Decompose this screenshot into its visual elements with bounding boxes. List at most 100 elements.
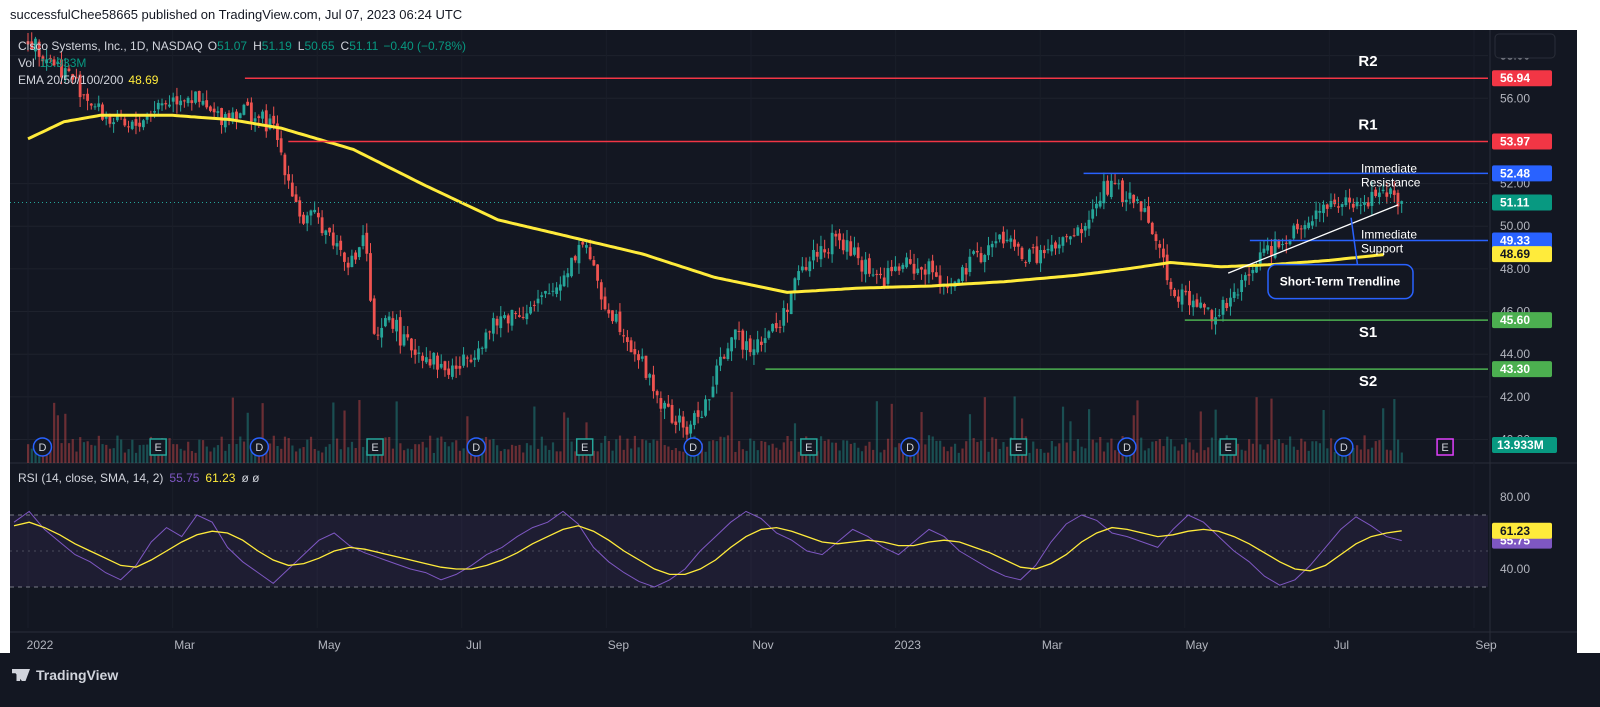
legend-ema-label[interactable]: EMA 20/50/100/200 (18, 73, 124, 87)
candle-body (752, 349, 756, 356)
volume-bar (890, 403, 893, 463)
volume-bar (101, 444, 104, 463)
candle-body (1046, 248, 1050, 251)
price-tag-label: 52.48 (1500, 166, 1530, 180)
volume-bar (302, 447, 305, 463)
volume-bar (216, 445, 220, 463)
immediate-resistance-line2: Resistance (1361, 175, 1421, 189)
volume-bar (957, 452, 960, 463)
volume-bar (935, 440, 938, 463)
volume-bar (1266, 444, 1269, 463)
candle-body (990, 243, 994, 248)
candle (372, 295, 376, 335)
volume-bar (112, 448, 115, 463)
candle-body (428, 359, 432, 366)
volume-bar (741, 449, 744, 463)
volume-bar (1374, 441, 1377, 463)
volume-bar (507, 449, 510, 463)
candle-body (1363, 202, 1366, 205)
volume-bar (183, 450, 186, 463)
candle-body (86, 93, 89, 101)
candle-body (246, 101, 250, 106)
volume-bar (626, 438, 629, 463)
volume-bar (224, 450, 227, 463)
immediate-support-line2: Support (1361, 242, 1404, 256)
legend-symbol[interactable]: Cisco Systems, Inc., 1D, NASDAQ (18, 39, 203, 53)
candle-body (838, 233, 841, 241)
price-chart[interactable]: 40.0042.0044.0046.0048.0050.0052.0056.00… (10, 30, 1577, 653)
volume-bar (1136, 400, 1139, 463)
candle (644, 355, 648, 380)
candle-body (767, 331, 771, 338)
candle-body (480, 347, 484, 349)
candle-body (1236, 294, 1240, 296)
volume-bar (860, 451, 864, 463)
candle-body (1270, 245, 1273, 256)
candle-body (748, 338, 752, 353)
volume-bar (1396, 439, 1400, 463)
candle-body (938, 275, 942, 286)
candle-body (194, 91, 197, 103)
legend-vol-value: 13.933M (40, 56, 87, 70)
candle (194, 91, 197, 105)
volume-bar (1315, 441, 1318, 463)
candle-body (1121, 180, 1124, 203)
candle-body (786, 309, 789, 312)
event-marker-label: E (581, 442, 588, 454)
candle-body (763, 338, 767, 344)
candle-body (395, 319, 398, 332)
tradingview-logo[interactable]: TradingView (12, 667, 118, 683)
volume-bar (853, 442, 856, 463)
volume-bar (704, 451, 707, 463)
candle-body (1024, 262, 1028, 264)
candle-body (644, 355, 648, 378)
volume-bar (499, 451, 502, 463)
volume-bar (1251, 443, 1254, 463)
candle-body (305, 215, 309, 224)
candle-body (655, 391, 659, 396)
candle-body (495, 318, 499, 326)
volume-bar (458, 450, 462, 463)
candle-body (544, 291, 547, 294)
rsi-legend-value: 55.75 (169, 471, 199, 485)
legend-vol-label[interactable]: Vol (18, 56, 35, 70)
volume-bar (384, 437, 387, 463)
candle-body (588, 247, 592, 260)
candle-body (160, 103, 164, 106)
candle-body (730, 337, 734, 352)
event-marker-label: D (689, 442, 697, 454)
volume-bar (570, 441, 573, 463)
volume-bar (682, 451, 685, 463)
volume-bar (27, 444, 30, 463)
volume-bar (1054, 446, 1057, 463)
candle-body (570, 257, 573, 277)
volume-bar (213, 447, 216, 463)
candle-body (562, 275, 566, 287)
candle-body (599, 282, 603, 300)
candle-body (491, 318, 495, 334)
volume-bar (667, 446, 670, 463)
volume-bar (1244, 450, 1247, 463)
candle-body (313, 209, 317, 213)
volume-bar (1255, 397, 1258, 463)
volume-bar (425, 447, 428, 463)
event-marker-label: D (255, 442, 263, 454)
candle-body (1039, 250, 1042, 264)
volume-bar (362, 446, 365, 463)
volume-bar (131, 439, 134, 463)
volume-bar (1262, 449, 1266, 463)
candle-body (1057, 244, 1061, 249)
candle-body (1359, 204, 1363, 206)
rsi-legend-label[interactable]: RSI (14, close, SMA, 14, 2) (18, 471, 163, 485)
candle-body (350, 255, 354, 268)
candle-body (104, 116, 108, 119)
candle-body (197, 90, 201, 102)
candle-body (1113, 182, 1117, 184)
volume-bar (644, 440, 648, 463)
price-tag-label: 43.30 (1500, 362, 1530, 376)
candle-body (871, 274, 875, 276)
chart-frame[interactable]: 40.0042.0044.0046.0048.0050.0052.0056.00… (10, 30, 1577, 653)
candle-body (521, 316, 525, 318)
volume-bar (1210, 437, 1214, 463)
volume-bar (496, 445, 499, 463)
